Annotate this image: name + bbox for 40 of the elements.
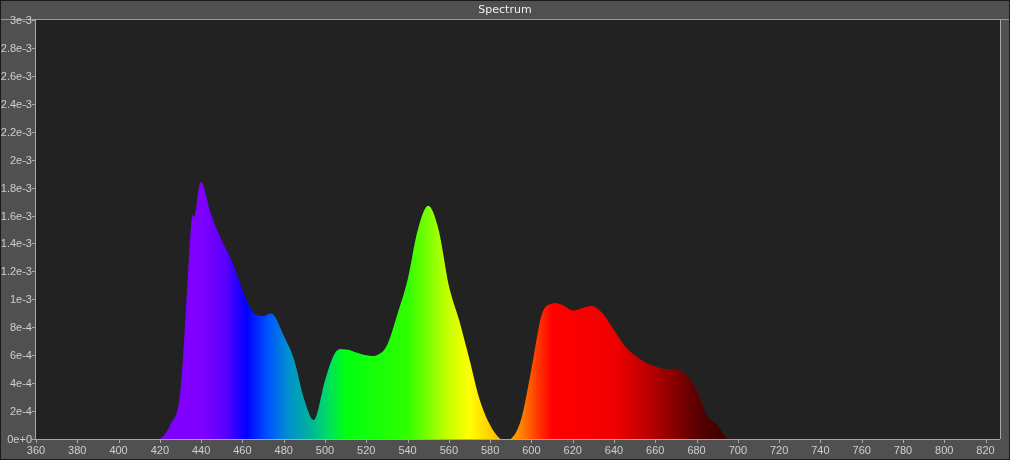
axis-label: 8e-4 xyxy=(9,321,32,334)
axis-label: 740 xyxy=(811,444,830,456)
axis-label: 2.4e-3 xyxy=(0,97,32,110)
axis-label: 680 xyxy=(687,444,706,456)
axis-label: 380 xyxy=(68,444,87,456)
axis-label: 560 xyxy=(439,444,459,456)
axis-label: 2.2e-3 xyxy=(0,125,32,138)
axis-label: 2.6e-3 xyxy=(0,69,32,82)
axis-label: 1.6e-3 xyxy=(0,209,32,222)
axis-label: 780 xyxy=(893,444,913,456)
axis-label: 500 xyxy=(315,444,335,456)
axis-label: 1.2e-3 xyxy=(0,265,32,278)
axis-label: 2e-4 xyxy=(9,405,32,418)
axis-label: 540 xyxy=(398,444,417,456)
axis-label: 820 xyxy=(976,444,995,456)
axis-label: 400 xyxy=(109,444,128,456)
axis-label: 640 xyxy=(604,444,624,456)
axis-label: 620 xyxy=(563,444,582,456)
axis-label: 420 xyxy=(150,444,170,456)
axis-label: 800 xyxy=(935,444,954,456)
axis-label: 520 xyxy=(357,444,376,456)
axis-label: 700 xyxy=(728,444,747,456)
axis-label: 720 xyxy=(769,444,789,456)
axis-label: 440 xyxy=(191,444,211,456)
axis-label: 600 xyxy=(522,444,541,456)
axis-label: 660 xyxy=(646,444,665,456)
axis-label: 1.8e-3 xyxy=(0,181,32,194)
axis-label: 2e-3 xyxy=(9,153,32,166)
axis-label: 1e-3 xyxy=(9,293,32,306)
window-title: Spectrum xyxy=(478,3,532,16)
axis-label: 2.8e-3 xyxy=(0,41,32,54)
axis-label: 1.4e-3 xyxy=(0,237,32,250)
axis-label: 760 xyxy=(852,444,871,456)
axis-label: 360 xyxy=(26,444,46,456)
axis-label: 460 xyxy=(233,444,252,456)
axis-label: 580 xyxy=(480,444,500,456)
axis-label: 4e-4 xyxy=(9,377,32,390)
axis-label: 0e+0 xyxy=(7,433,32,445)
axis-label: 480 xyxy=(274,444,293,456)
axis-label: 6e-4 xyxy=(9,349,32,362)
